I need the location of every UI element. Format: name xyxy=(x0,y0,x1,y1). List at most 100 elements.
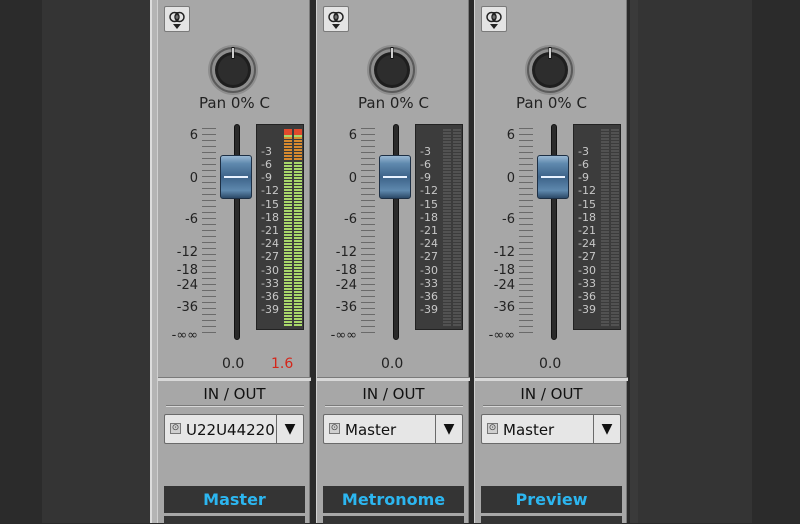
io-section-label: IN / OUT xyxy=(203,385,266,403)
output-port-icon: ⊙ xyxy=(487,423,498,434)
section-divider xyxy=(475,377,628,381)
io-separator xyxy=(166,405,304,407)
meter-scale-label: -27 xyxy=(261,250,279,263)
fader-scale-label: -12 xyxy=(493,245,515,260)
fader-scale-label: -∞∞ xyxy=(171,328,198,343)
fader-scale-label: -24 xyxy=(335,278,357,293)
meter-scale-label: -9 xyxy=(261,171,272,184)
fader-scale-label: -24 xyxy=(176,278,198,293)
meter-scale-label: -12 xyxy=(578,184,596,197)
meter-scale-label: -18 xyxy=(578,211,596,224)
level-meter: -3 -6 -9 -12 -15 -18 -21 -24 -27 -30 -33 -36 -39 xyxy=(573,124,621,330)
meter-scale-label: -18 xyxy=(261,211,279,224)
peak-readout: 1.6 xyxy=(271,356,294,372)
level-meter: -3 -6 -9 -12 -15 -18 -21 -24 -27 -30 -33 -36 -39 xyxy=(256,124,304,330)
fader-scale-label: -36 xyxy=(493,300,515,315)
io-separator xyxy=(483,405,621,407)
meter-scale-label: -12 xyxy=(420,184,438,197)
meter-scale-label: -36 xyxy=(261,290,279,303)
output-port-icon: ⊙ xyxy=(170,423,181,434)
pan-knob[interactable] xyxy=(524,44,576,96)
fader-scale-label: -6 xyxy=(344,212,357,227)
meter-scale-label: -9 xyxy=(578,171,589,184)
fader-scale-label: 0 xyxy=(189,171,198,186)
output-select[interactable]: ⊙ Master ▼ xyxy=(481,414,621,444)
section-divider xyxy=(158,377,311,381)
output-select[interactable]: ⊙ U22U44220 ▼ xyxy=(164,414,304,444)
fader-scale-label: -6 xyxy=(502,212,515,227)
channel-strip-metronome: Pan 0% C 6 0 -6 -12 -18 -24 -36 -∞∞ -3 -6 -9 -12 -1… xyxy=(316,0,470,524)
pan-value: Pan 0% C xyxy=(358,94,429,112)
fader-scale-label: -∞∞ xyxy=(488,328,515,343)
meter-scale-label: -24 xyxy=(578,237,596,250)
fader-scale-label: -6 xyxy=(185,212,198,227)
mixer-edge-right xyxy=(630,0,638,523)
phase-invert-button[interactable] xyxy=(164,6,190,32)
output-select-value: Master xyxy=(503,421,555,439)
fader-scale-label: -18 xyxy=(176,263,198,278)
fader-scale: 6 0 -6 -12 -18 -24 -36 -∞∞ xyxy=(475,124,523,344)
chevron-down-icon[interactable]: ▼ xyxy=(276,415,303,443)
meter-scale-label: -6 xyxy=(578,158,589,171)
meter-scale-label: -30 xyxy=(261,264,279,277)
meter-scale-label: -3 xyxy=(420,145,431,158)
meter-scale-label: -24 xyxy=(420,237,438,250)
phase-invert-icon xyxy=(486,11,502,29)
output-select-value: Master xyxy=(345,421,397,439)
meter-scale-label: -6 xyxy=(420,158,431,171)
meter-bar-right xyxy=(453,129,461,327)
clip-indicator[interactable] xyxy=(294,129,302,135)
pan-knob[interactable] xyxy=(207,44,259,96)
background-panel xyxy=(42,0,150,523)
output-select[interactable]: ⊙ Master ▼ xyxy=(323,414,463,444)
meter-scale-label: -39 xyxy=(261,303,279,316)
chevron-down-icon[interactable]: ▼ xyxy=(593,415,620,443)
meter-scale-label: -27 xyxy=(578,250,596,263)
fader-scale-label: 0 xyxy=(506,171,515,186)
meter-bar-left xyxy=(601,129,609,327)
volume-readout: 0.0 xyxy=(381,356,404,372)
fader-scale-label: -36 xyxy=(176,300,198,315)
fader-tick-marks xyxy=(202,128,216,338)
meter-bar-left xyxy=(443,129,451,327)
meter-scale-label: -15 xyxy=(420,198,438,211)
channel-strip-master: Pan 0% C 6 0 -6 -12 -18 -24 -36 -∞∞ -3 -6 -9 -12 -1… xyxy=(157,0,311,524)
volume-fader-handle[interactable] xyxy=(379,155,411,199)
pan-knob[interactable] xyxy=(366,44,418,96)
fader-tick-marks xyxy=(361,128,375,338)
io-separator xyxy=(325,405,463,407)
meter-scale-label: -12 xyxy=(261,184,279,197)
background-panel-far-right xyxy=(752,0,800,523)
volume-fader-handle[interactable] xyxy=(220,155,252,199)
phase-invert-button[interactable] xyxy=(481,6,507,32)
clip-indicator[interactable] xyxy=(284,129,292,135)
meter-scale-label: -27 xyxy=(420,250,438,263)
chevron-down-icon[interactable]: ▼ xyxy=(435,415,462,443)
fader-scale: 6 0 -6 -12 -18 -24 -36 -∞∞ xyxy=(317,124,365,344)
volume-readout: 0.0 xyxy=(539,356,562,372)
pan-value: Pan 0% C xyxy=(199,94,270,112)
meter-scale-label: -15 xyxy=(578,198,596,211)
fader-scale-label: -24 xyxy=(493,278,515,293)
meter-scale-label: -21 xyxy=(578,224,596,237)
phase-invert-icon xyxy=(169,11,185,29)
io-section-label: IN / OUT xyxy=(520,385,583,403)
output-select-value: U22U44220 xyxy=(186,421,275,439)
phase-invert-button[interactable] xyxy=(323,6,349,32)
meter-scale-label: -36 xyxy=(420,290,438,303)
meter-scale-label: -3 xyxy=(261,145,272,158)
volume-readout: 0.0 xyxy=(222,356,245,372)
fader-scale-label: 0 xyxy=(348,171,357,186)
section-divider xyxy=(317,377,470,381)
channel-name[interactable]: Metronome xyxy=(323,486,464,513)
meter-scale-label: -18 xyxy=(420,211,438,224)
channel-name[interactable]: Master xyxy=(164,486,305,513)
io-section-label: IN / OUT xyxy=(362,385,425,403)
channel-name[interactable]: Preview xyxy=(481,486,622,513)
fader-scale-label: 6 xyxy=(506,128,515,143)
volume-fader-handle[interactable] xyxy=(537,155,569,199)
meter-scale-label: -24 xyxy=(261,237,279,250)
meter-bar-right xyxy=(294,129,302,327)
meter-scale-label: -33 xyxy=(578,277,596,290)
fader-scale: 6 0 -6 -12 -18 -24 -36 -∞∞ xyxy=(158,124,206,344)
